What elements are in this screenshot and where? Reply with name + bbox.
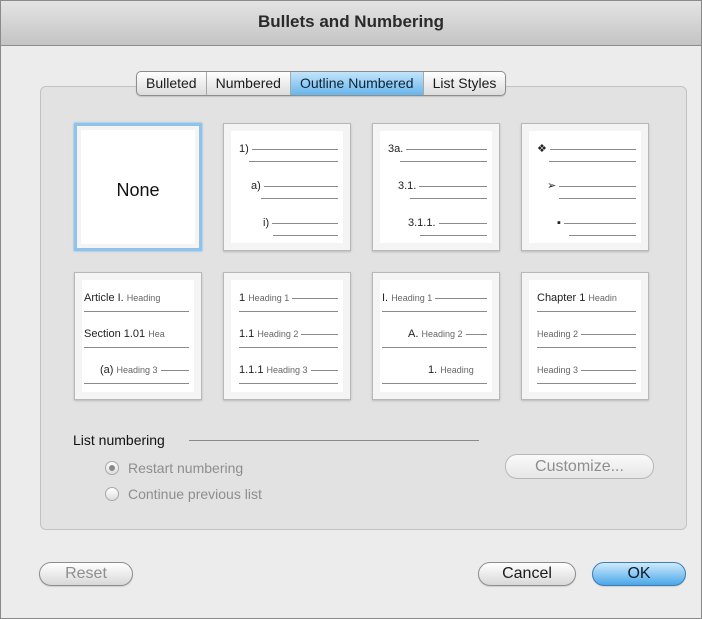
tab-bulleted[interactable]: Bulleted <box>137 72 207 95</box>
style-tile-article-section[interactable]: Article I. Heading Section 1.01 Hea (a) … <box>74 272 202 400</box>
continue-previous-list-option[interactable]: Continue previous list <box>105 485 262 503</box>
ok-button[interactable]: OK <box>592 562 686 586</box>
tile-heading-text: Heading <box>440 364 474 375</box>
tile-number: Chapter 1 <box>537 291 586 304</box>
square-bullet-icon: ▪ <box>557 216 561 229</box>
tile-heading-text: Heading 3 <box>266 364 308 375</box>
tile-number: 1. <box>428 363 438 376</box>
style-tile-chapter-headings[interactable]: Chapter 1 Headin Heading 2 Heading 3 <box>521 272 649 400</box>
none-label: None <box>116 180 160 200</box>
tile-number: 1 <box>239 291 246 304</box>
level-3-label: 3.1.1. <box>408 216 436 229</box>
customize-button[interactable]: Customize... <box>505 454 654 479</box>
title-bar: Bullets and Numbering <box>1 1 701 46</box>
style-tile-legal-numbering[interactable]: 3a. 3.1. 3.1.1. <box>372 123 500 251</box>
tile-number: I. <box>382 291 389 304</box>
tile-number: Article I. <box>84 291 124 304</box>
tile-heading-text: Heading 2 <box>257 328 299 339</box>
arrowhead-bullet-icon: ➢ <box>547 180 557 192</box>
style-tile-none[interactable]: None <box>74 123 202 251</box>
bullets-numbering-dialog: Bullets and Numbering Bulleted Numbered … <box>0 0 702 619</box>
continue-previous-list-radio[interactable] <box>105 487 119 501</box>
style-tile-decimal-headings[interactable]: 1 Heading 1 1.1 Heading 2 1.1.1 Heading … <box>223 272 351 400</box>
list-numbering-label: List numbering <box>73 432 165 448</box>
tile-heading-text: Heading 2 <box>537 328 579 339</box>
tile-heading-text: Heading 3 <box>116 364 158 375</box>
restart-numbering-label: Restart numbering <box>128 460 244 476</box>
section-divider <box>189 440 479 441</box>
tile-heading-text: Heading 3 <box>537 364 579 375</box>
tile-number: (a) <box>100 363 114 376</box>
reset-button[interactable]: Reset <box>39 562 133 586</box>
tile-number: Section 1.01 <box>84 327 146 340</box>
style-tile-roman-headings[interactable]: I. Heading 1 A. Heading 2 1. Heading <box>372 272 500 400</box>
tab-numbered[interactable]: Numbered <box>207 72 291 95</box>
restart-numbering-radio[interactable] <box>105 461 119 475</box>
tile-heading-text: Heading 2 <box>421 328 463 339</box>
tab-outline-numbered[interactable]: Outline Numbered <box>290 72 424 95</box>
dialog-title: Bullets and Numbering <box>257 12 445 31</box>
level-2-label: a) <box>251 179 261 192</box>
tile-number: A. <box>408 327 419 340</box>
style-tile-paren-numbering[interactable]: 1) a) i) <box>223 123 351 251</box>
tile-heading-text: Hea <box>148 328 165 339</box>
tab-bar: Bulleted Numbered Outline Numbered List … <box>136 71 507 96</box>
level-1-label: 3a. <box>388 142 404 155</box>
style-tile-bullets[interactable]: ❖ ➢ ▪ <box>521 123 649 251</box>
continue-previous-list-label: Continue previous list <box>128 486 262 502</box>
diamond-bullet-icon: ❖ <box>537 143 547 155</box>
tile-heading-text: Heading 1 <box>391 292 433 303</box>
level-1-label: 1) <box>239 142 249 155</box>
restart-numbering-option[interactable]: Restart numbering <box>105 459 243 477</box>
tile-heading-text: Heading 1 <box>248 292 290 303</box>
cancel-button[interactable]: Cancel <box>478 562 576 586</box>
tile-heading-text: Heading <box>126 292 161 303</box>
tile-number: 1.1.1 <box>239 363 264 376</box>
tab-list-styles[interactable]: List Styles <box>424 72 506 95</box>
tile-number: 1.1 <box>239 327 255 340</box>
level-2-label: 3.1. <box>398 179 417 192</box>
level-3-label: i) <box>263 216 270 229</box>
tile-heading-text: Headin <box>588 292 617 303</box>
